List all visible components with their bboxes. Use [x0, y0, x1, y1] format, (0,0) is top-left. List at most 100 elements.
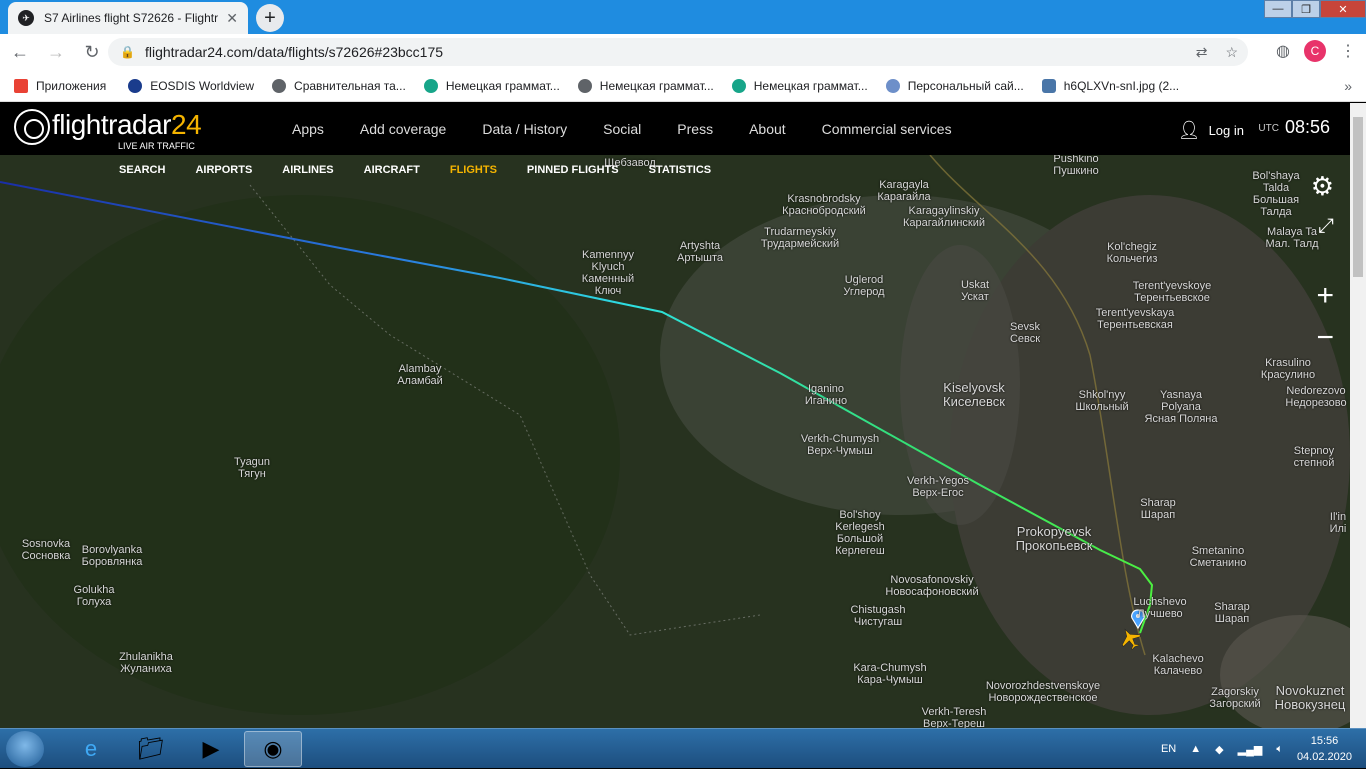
bookmark-3[interactable]: Немецкая граммат...	[423, 78, 560, 93]
url-text: flightradar24.com/data/flights/s72626#23…	[144, 44, 444, 60]
translate-icon[interactable]: ⇄	[1196, 44, 1208, 61]
place-label: Terent'yevskoye Терентьевское	[1132, 280, 1212, 304]
nav-apps[interactable]: Apps	[274, 121, 342, 137]
reload-button[interactable]: ↻	[76, 36, 108, 68]
bookmark-eosdis[interactable]: EOSDIS Worldview	[128, 78, 254, 93]
place-label: Kara-Chumysh Кара-Чумыш	[853, 662, 927, 686]
windows-taskbar: e 📁︎ ▶ ◉ EN ▲ ◆ ▂▄▆ 🔈︎ 15:56 04.02.2020	[0, 728, 1366, 768]
menu-kebab-icon[interactable]: ⋮	[1340, 41, 1356, 61]
bookmark-5[interactable]: Немецкая граммат...	[731, 78, 868, 93]
subnav-aircraft[interactable]: AIRCRAFT	[349, 164, 435, 176]
chrome-taskbar-icon[interactable]: ◉	[244, 731, 302, 767]
subnav-airlines[interactable]: AIRLINES	[267, 164, 348, 176]
close-window-button[interactable]: ✕	[1320, 0, 1366, 18]
logo-number: 24	[171, 109, 202, 140]
nav-data-history[interactable]: Data / History	[464, 121, 585, 137]
maximize-button[interactable]: ❐	[1292, 0, 1320, 18]
profile-avatar[interactable]: C	[1304, 40, 1326, 62]
bookmark-2[interactable]: Сравнительная та...	[272, 78, 406, 93]
user-icon: 👤︎	[1177, 120, 1201, 140]
fr24-logo[interactable]: flightradar24 LIVE AIR TRAFFIC	[14, 109, 202, 151]
network-signal-icon[interactable]: ▂▄▆	[1238, 743, 1263, 756]
url-input[interactable]: 🔒 flightradar24.com/data/flights/s72626#…	[108, 38, 1248, 66]
bookmark-7[interactable]: h6QLXVn-snI.jpg (2...	[1041, 78, 1179, 93]
nasa-icon	[128, 78, 143, 93]
place-label: Kiselyovsk Киселевск	[943, 380, 1005, 409]
login-button[interactable]: 👤︎ Log in	[1178, 120, 1244, 141]
place-label: Novorozhdestvenskoye Новорождественское	[985, 680, 1101, 704]
place-label: Pushkino Пушкино	[1053, 155, 1099, 177]
forward-button[interactable]: →	[40, 36, 72, 68]
subnav-search[interactable]: SEARCH	[104, 164, 180, 176]
globe-extension-icon[interactable]: ◍	[1276, 41, 1290, 61]
fr24-header: flightradar24 LIVE AIR TRAFFIC Apps Add …	[0, 103, 1350, 155]
subnav-statistics[interactable]: STATISTICS	[634, 164, 727, 176]
bookmarks-overflow-icon[interactable]: »	[1344, 78, 1352, 94]
place-label: Terent'yevskaya Терентьевская	[1095, 307, 1175, 331]
tray-expand-icon[interactable]: ▲	[1190, 743, 1201, 755]
login-label: Log in	[1208, 123, 1244, 138]
file-explorer-icon[interactable]: 📁︎	[122, 731, 180, 767]
media-player-icon[interactable]: ▶	[182, 731, 240, 767]
tab-title: S7 Airlines flight S72626 - Flightr	[44, 11, 219, 25]
place-label: Krasulino Красулино	[1260, 357, 1316, 381]
fullscreen-icon[interactable]: ⤢	[1318, 215, 1334, 238]
place-label: Kalachevo Калачево	[1152, 653, 1204, 677]
page-scrollbar[interactable]	[1350, 103, 1366, 728]
clock-date[interactable]: 15:56 04.02.2020	[1297, 733, 1352, 765]
utc-time: 08:56	[1284, 117, 1330, 137]
bookmark-4[interactable]: Немецкая граммат...	[577, 78, 714, 93]
lingvo-icon	[423, 78, 438, 93]
place-label: Novosafonovskiy Новосафоновский	[885, 574, 979, 598]
forest-area	[0, 195, 620, 715]
zoom-out-button[interactable]: −	[1316, 321, 1334, 355]
new-tab-button[interactable]: +	[256, 4, 284, 32]
nav-about[interactable]: About	[731, 121, 804, 137]
place-label: Prokopyevsk Прокопьевск	[1015, 524, 1093, 553]
zoom-in-button[interactable]: +	[1316, 279, 1334, 313]
settings-gear-icon[interactable]: ⚙	[1311, 171, 1334, 202]
main-nav: Apps Add coverage Data / History Social …	[274, 103, 970, 155]
start-button[interactable]	[6, 731, 44, 767]
bookmarks-bar: Приложения EOSDIS Worldview Сравнительна…	[0, 70, 1366, 102]
place-label: Krasnobrodsky Краснобродский	[782, 193, 866, 217]
logo-tagline: LIVE AIR TRAFFIC	[118, 141, 195, 151]
nav-social[interactable]: Social	[585, 121, 659, 137]
fr24-favicon-icon: ✈	[18, 10, 34, 26]
bookmark-star-icon[interactable]: ☆	[1225, 44, 1238, 61]
scrollbar-thumb[interactable]	[1353, 117, 1363, 277]
subnav-flights[interactable]: FLIGHTS	[435, 164, 512, 176]
browser-tab[interactable]: ✈ S7 Airlines flight S72626 - Flightr ✕	[8, 2, 248, 34]
place-label: Uglerod Углерод	[843, 274, 885, 298]
taskbar-date: 04.02.2020	[1296, 751, 1352, 763]
place-label: Tyagun Тягун	[233, 456, 271, 480]
address-bar: ← → ↻ 🔒 flightradar24.com/data/flights/s…	[0, 34, 1366, 70]
place-label: Verkh-Chumysh Верх-Чумыш	[800, 433, 880, 457]
radar-logo-icon	[14, 109, 50, 145]
nav-add-coverage[interactable]: Add coverage	[342, 121, 464, 137]
subnav-pinned-flights[interactable]: PINNED FLIGHTS	[512, 164, 634, 176]
vk-icon	[1041, 78, 1056, 93]
place-label: Sharap Шарап	[1140, 497, 1176, 521]
place-label: Sosnovka Сосновка	[21, 538, 71, 562]
apps-grid-icon	[14, 78, 28, 93]
language-indicator[interactable]: EN	[1161, 743, 1176, 755]
nav-commercial-services[interactable]: Commercial services	[804, 121, 970, 137]
window-controls: — ❐ ✕	[1264, 0, 1366, 20]
flight-map[interactable]: Щебзавод Pushkino Пушкино Bol'shaya Talda Бол…	[0, 155, 1350, 728]
back-button[interactable]: ←	[4, 36, 36, 68]
bookmark-apps[interactable]: Приложения	[14, 78, 106, 93]
minimize-button[interactable]: —	[1264, 0, 1292, 18]
subnav-airports[interactable]: AIRPORTS	[180, 164, 267, 176]
lock-icon: 🔒	[120, 45, 135, 59]
place-label: Novokuznet Новокузнец	[1274, 683, 1346, 712]
dropbox-icon[interactable]: ◆	[1215, 743, 1223, 756]
internet-explorer-icon[interactable]: e	[62, 731, 120, 767]
volume-icon[interactable]: 🔈︎	[1276, 743, 1283, 756]
bookmark-6[interactable]: Персональный сай...	[885, 78, 1024, 93]
place-label: Sevsk Севск	[1009, 321, 1041, 345]
system-tray: EN ▲ ◆ ▂▄▆ 🔈︎ 15:56 04.02.2020	[1161, 729, 1352, 769]
nav-press[interactable]: Press	[659, 121, 731, 137]
close-tab-icon[interactable]: ✕	[226, 10, 238, 27]
place-label: Malaya Ta Мал. Талд	[1265, 226, 1319, 250]
